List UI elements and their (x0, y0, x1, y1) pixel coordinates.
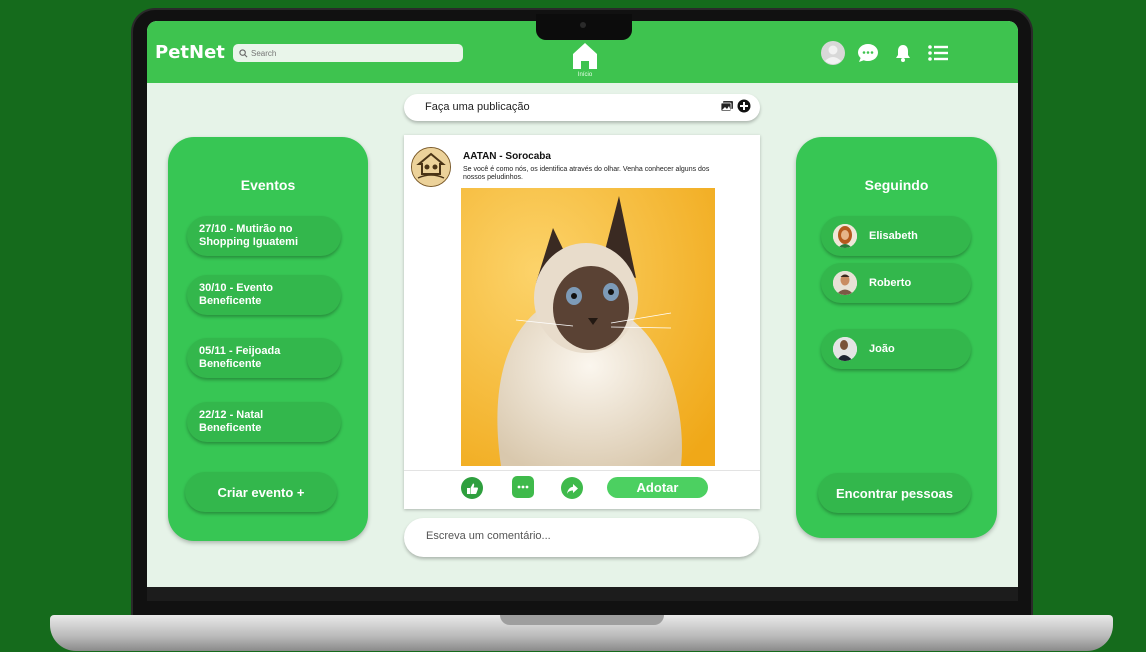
post-actions: Adotar (404, 473, 760, 503)
search-icon (239, 48, 248, 57)
home-button[interactable]: Início (571, 41, 599, 81)
chat-icon[interactable] (856, 41, 880, 65)
following-title: Seguindo (864, 177, 929, 193)
event-label: 30/10 - Evento Beneficente (199, 282, 273, 307)
event-label: 27/10 - Mutirão no Shopping Iguatemi (199, 223, 298, 248)
camera-notch (536, 14, 632, 40)
following-item[interactable]: Roberto (821, 263, 971, 303)
top-icons (821, 41, 950, 65)
adopt-button[interactable]: Adotar (607, 477, 708, 498)
comment-icon[interactable] (512, 476, 534, 498)
post-author-name[interactable]: AATAN - Sorocaba (463, 151, 551, 162)
home-icon (573, 43, 597, 69)
events-panel: Eventos 27/10 - Mutirão no Shopping Igua… (168, 137, 368, 541)
like-icon[interactable] (461, 477, 483, 499)
event-label: 22/12 - Natal Beneficente (199, 409, 264, 434)
following-name: Elisabeth (869, 230, 918, 242)
create-post-actions (720, 99, 751, 113)
post-photo (461, 188, 715, 466)
avatar (833, 337, 857, 361)
comment-input[interactable] (424, 529, 728, 543)
add-icon[interactable] (737, 99, 751, 113)
app-logo[interactable]: PetNet (155, 42, 225, 63)
following-item[interactable]: Elisabeth (821, 216, 971, 256)
menu-icon[interactable] (926, 41, 950, 65)
following-name: Roberto (869, 277, 912, 289)
bell-icon[interactable] (891, 41, 915, 65)
home-label: Início (577, 72, 593, 78)
post-author-avatar[interactable] (411, 147, 451, 187)
event-item[interactable]: 22/12 - Natal Beneficente (187, 402, 341, 442)
search-box[interactable] (233, 44, 463, 62)
image-icon[interactable] (720, 100, 734, 113)
screen-bezel-bottom (147, 587, 1018, 601)
search-input[interactable] (248, 48, 451, 58)
event-item[interactable]: 05/11 - Feijoada Beneficente (187, 338, 341, 378)
event-item[interactable]: 27/10 - Mutirão no Shopping Iguatemi (187, 216, 341, 256)
create-event-button[interactable]: Criar evento + (185, 472, 337, 512)
event-label: 05/11 - Feijoada Beneficente (199, 345, 281, 370)
following-item[interactable]: João (821, 329, 971, 369)
following-name: João (869, 343, 895, 355)
laptop-base-groove (500, 615, 664, 625)
create-post-bar[interactable]: Faça uma publicação (404, 94, 760, 121)
post-divider (404, 470, 760, 471)
avatar (833, 271, 857, 295)
find-people-button[interactable]: Encontrar pessoas (818, 473, 971, 513)
avatar (833, 224, 857, 248)
post-text: Se você é como nós, os identifica atravé… (463, 166, 710, 181)
events-title: Eventos (240, 177, 296, 193)
post-card: AATAN - Sorocaba Se você é como nós, os … (404, 135, 760, 509)
share-icon[interactable] (561, 477, 583, 499)
comment-box[interactable] (404, 518, 759, 557)
following-panel: Seguindo Elisabeth Roberto João Encontra… (796, 137, 997, 538)
app-screen: PetNet Início (147, 21, 1018, 587)
create-post-prompt[interactable]: Faça uma publicação (425, 101, 530, 113)
camera-lens (580, 22, 586, 28)
profile-icon[interactable] (821, 41, 845, 65)
event-item[interactable]: 30/10 - Evento Beneficente (187, 275, 341, 315)
